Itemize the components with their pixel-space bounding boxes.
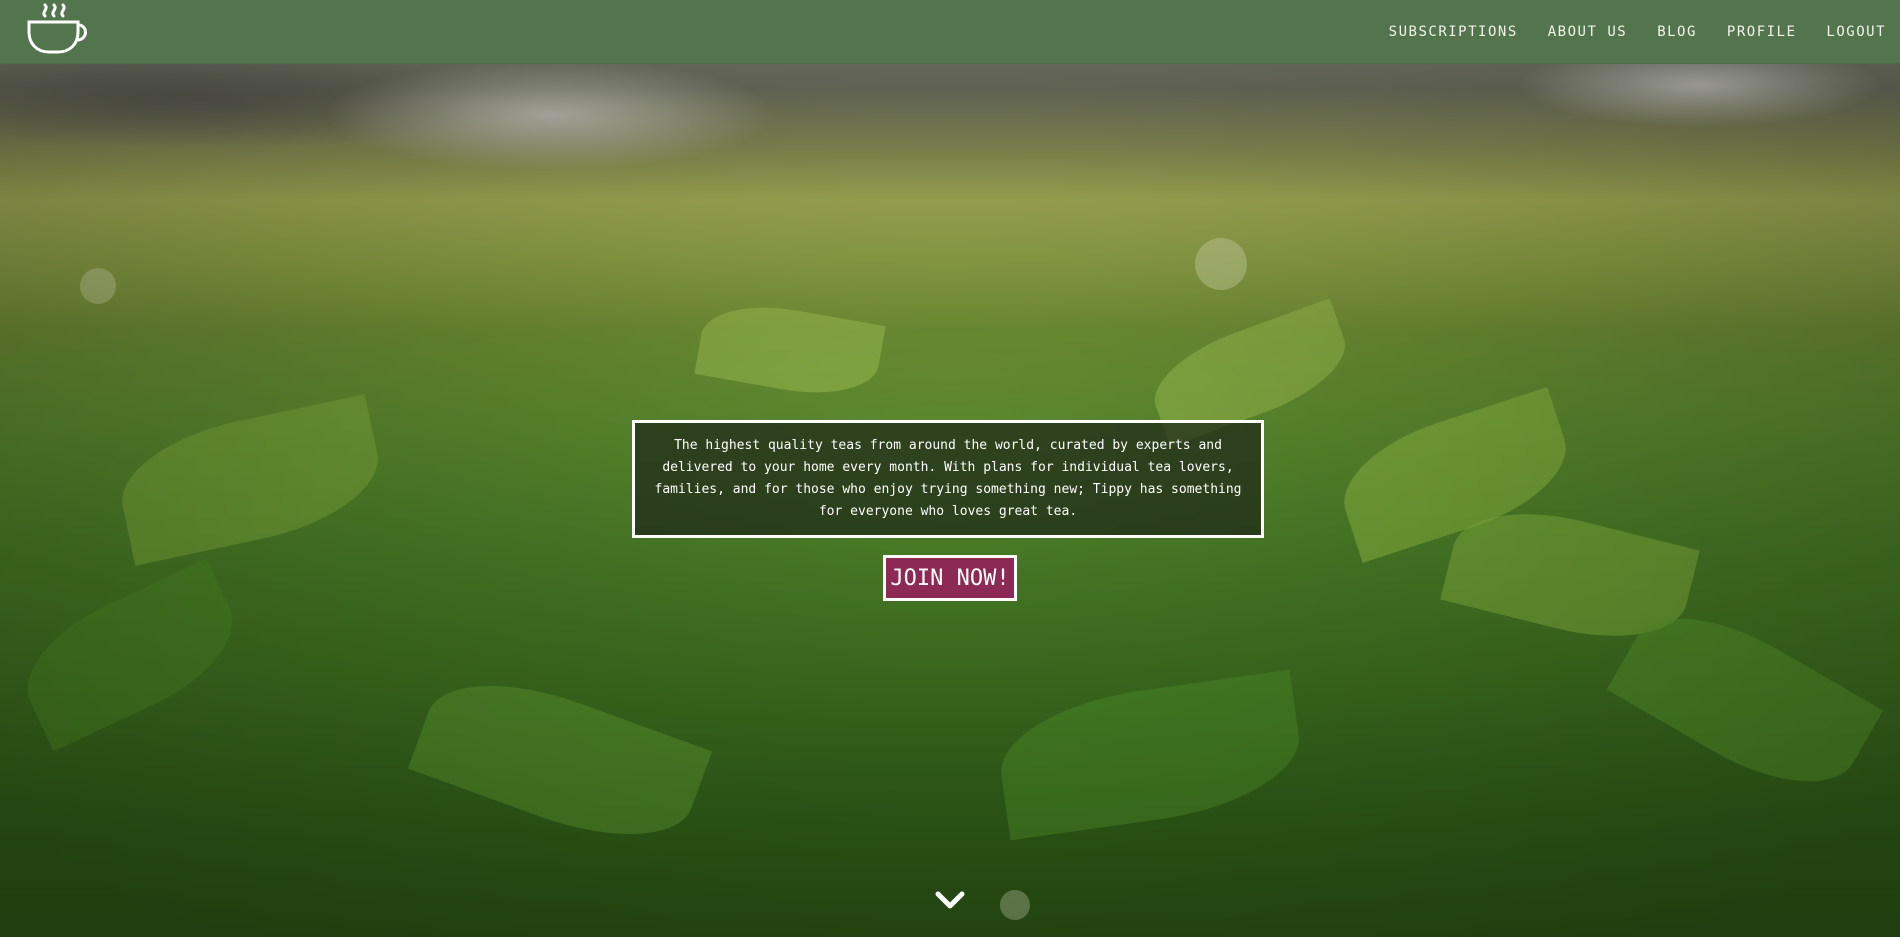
nav-links: SUBSCRIPTIONS ABOUT US BLOG PROFILE LOGO… — [1389, 0, 1900, 63]
nav-link-profile[interactable]: PROFILE — [1727, 24, 1797, 40]
nav-link-subscriptions[interactable]: SUBSCRIPTIONS — [1389, 24, 1518, 40]
intro-text: The highest quality teas from around the… — [654, 438, 1242, 519]
join-now-button[interactable]: JOIN NOW! — [883, 555, 1017, 601]
top-navbar: SUBSCRIPTIONS ABOUT US BLOG PROFILE LOGO… — [0, 0, 1900, 64]
chevron-down-icon[interactable] — [933, 888, 967, 914]
tea-cup-icon[interactable] — [26, 2, 90, 54]
nav-link-logout[interactable]: LOGOUT — [1826, 24, 1886, 40]
nav-link-blog[interactable]: BLOG — [1657, 24, 1697, 40]
page: SUBSCRIPTIONS ABOUT US BLOG PROFILE LOGO… — [0, 0, 1900, 937]
nav-link-about-us[interactable]: ABOUT US — [1548, 24, 1627, 40]
intro-box: The highest quality teas from around the… — [632, 420, 1264, 538]
